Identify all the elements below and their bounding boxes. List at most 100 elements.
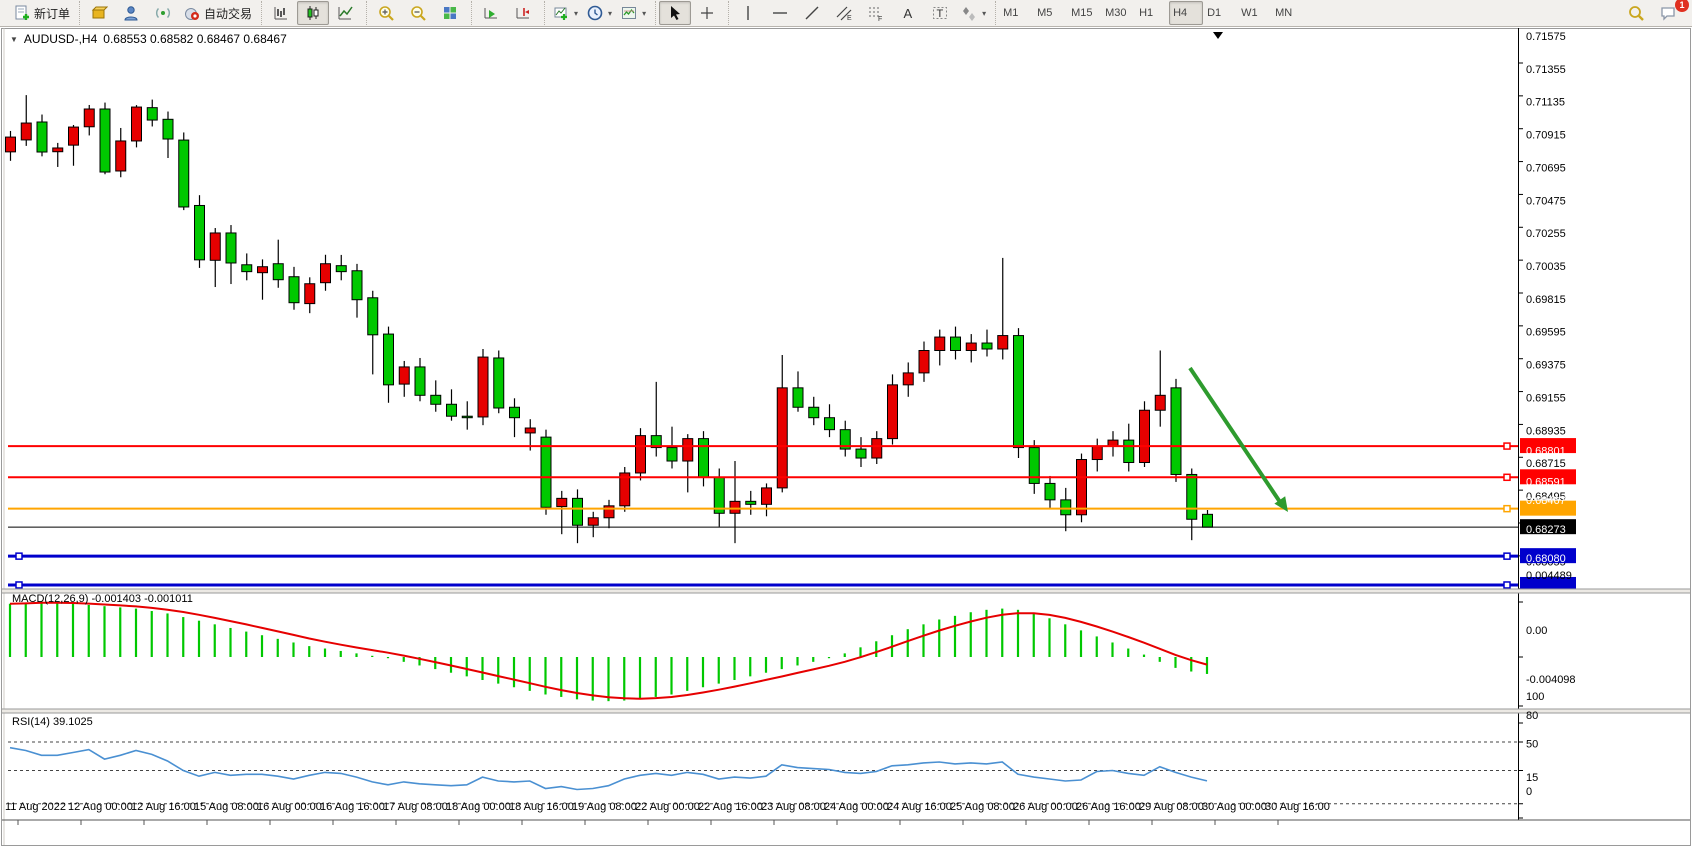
- symbol-period-label: AUDUSD-,H4: [24, 32, 97, 46]
- trendline-button[interactable]: [796, 1, 828, 25]
- collapse-triangle-icon[interactable]: ▼: [10, 35, 18, 44]
- shapes-button[interactable]: ▾: [956, 1, 990, 25]
- person-icon: [122, 4, 140, 22]
- chevron-down-icon[interactable]: ▾: [608, 9, 612, 18]
- hline-anchor[interactable]: [16, 553, 22, 559]
- candle-bearish: [1171, 388, 1181, 475]
- bar-chart-button[interactable]: [265, 1, 297, 25]
- candle-bearish: [951, 337, 961, 350]
- hline-anchor[interactable]: [16, 582, 22, 588]
- candle-chart-button[interactable]: [297, 1, 329, 25]
- candle-bearish: [195, 205, 205, 259]
- timeframe-label: W1: [1241, 7, 1267, 19]
- candle-bullish: [305, 284, 315, 304]
- bar-chart-icon: [272, 4, 290, 22]
- candle-bullish: [399, 367, 409, 384]
- crosshair-button[interactable]: [691, 1, 723, 25]
- chart-window: 0.715750.713550.711350.709150.706950.704…: [0, 27, 1692, 847]
- equidistant-channel-button[interactable]: E: [828, 1, 860, 25]
- candle-bullish: [998, 336, 1008, 349]
- toolbar-search-button[interactable]: [1620, 1, 1652, 25]
- text-label-button[interactable]: T: [924, 1, 956, 25]
- hline-price-tag-label: 0.68080: [1526, 553, 1566, 565]
- autoscroll-button[interactable]: [475, 1, 507, 25]
- indicators-button[interactable]: ▾: [548, 1, 582, 25]
- chart-title-bar: ▼ AUDUSD-,H4 0.68553 0.68582 0.68467 0.6…: [10, 32, 287, 46]
- price-tick-label: 0.68935: [1526, 425, 1566, 437]
- tf-button-MN[interactable]: MN: [1271, 1, 1305, 25]
- chevron-down-icon[interactable]: ▾: [982, 9, 986, 18]
- zoom-in-icon: [377, 4, 395, 22]
- hline-anchor[interactable]: [1504, 443, 1510, 449]
- tf-button-W1[interactable]: W1: [1237, 1, 1271, 25]
- chart-shift-button[interactable]: [507, 1, 539, 25]
- tf-button-M5[interactable]: M5: [1033, 1, 1067, 25]
- tf-button-H1[interactable]: H1: [1135, 1, 1169, 25]
- hline-anchor[interactable]: [1504, 553, 1510, 559]
- new-order-button[interactable]: 新订单: [9, 1, 74, 25]
- tf-button-D1[interactable]: D1: [1203, 1, 1237, 25]
- hline-anchor[interactable]: [1504, 582, 1510, 588]
- periods-button[interactable]: ▾: [582, 1, 616, 25]
- chevron-down-icon[interactable]: ▾: [642, 9, 646, 18]
- candle-bearish: [147, 108, 157, 120]
- candle-bearish: [273, 264, 283, 280]
- date-tick-label: 16 Aug 16:00: [320, 801, 385, 813]
- timeframe-label: D1: [1207, 7, 1233, 19]
- price-tick-label: 0.70915: [1526, 130, 1566, 142]
- date-tick-label: 29 Aug 08:00: [1139, 801, 1204, 813]
- candle-bullish: [903, 373, 913, 385]
- cursor-button[interactable]: [659, 1, 691, 25]
- hline-anchor[interactable]: [1504, 506, 1510, 512]
- chevron-down-icon[interactable]: ▾: [574, 9, 578, 18]
- rsi-indicator-label: RSI(14) 39.1025: [12, 716, 93, 728]
- toolbar-group: [366, 1, 469, 25]
- channel-icon: E: [835, 4, 853, 22]
- tf-button-M15[interactable]: M15: [1067, 1, 1101, 25]
- chat-button[interactable]: 1: [1652, 1, 1684, 25]
- candle-bearish: [415, 367, 425, 395]
- data-window-button[interactable]: [115, 1, 147, 25]
- tf-button-H4[interactable]: H4: [1169, 1, 1203, 25]
- hline-anchor[interactable]: [1504, 474, 1510, 480]
- horizontal-line-button[interactable]: [764, 1, 796, 25]
- chart-shift-icon: [514, 4, 532, 22]
- hline-price-tag-label: 0.68467: [1526, 495, 1566, 507]
- tf-button-M1[interactable]: M1: [999, 1, 1033, 25]
- rsi-tick-label: 80: [1526, 710, 1538, 722]
- date-tick-label: 12 Aug 00:00: [68, 801, 133, 813]
- zoom-in-button[interactable]: [370, 1, 402, 25]
- candle-bullish: [683, 439, 693, 461]
- tf-button-M30[interactable]: M30: [1101, 1, 1135, 25]
- main-toolbar: 新订单 自动交易 ▾ ▾ ▾ E F AT ▾ M1 M5M15M30H1H4 D1 W1 MN 1: [0, 0, 1692, 27]
- panel-splitter[interactable]: [2, 709, 1690, 713]
- panel-splitter[interactable]: [2, 589, 1690, 593]
- date-tick-label: 30 Aug 16:00: [1265, 801, 1330, 813]
- tile-windows-icon: [441, 4, 459, 22]
- line-chart-button[interactable]: [329, 1, 361, 25]
- signals-button[interactable]: [147, 1, 179, 25]
- date-tick-label: 24 Aug 00:00: [824, 801, 889, 813]
- price-tick-label: 0.70255: [1526, 228, 1566, 240]
- hline-price-tag-label: 0.68591: [1526, 477, 1566, 489]
- template-icon: [620, 4, 638, 22]
- hline-price-tag-label: 0.69010: [1526, 414, 1566, 426]
- templates-button[interactable]: ▾: [616, 1, 650, 25]
- vertical-line-button[interactable]: [732, 1, 764, 25]
- box-icon: [90, 4, 108, 22]
- zoom-out-button[interactable]: [402, 1, 434, 25]
- candle-bearish: [289, 277, 299, 303]
- price-tick-label: 0.70035: [1526, 261, 1566, 273]
- candle-bullish: [84, 109, 94, 127]
- autoscroll-icon: [482, 4, 500, 22]
- candle-bullish: [966, 343, 976, 350]
- market-watch-button[interactable]: [83, 1, 115, 25]
- price-tick-label: 0.68715: [1526, 458, 1566, 470]
- svg-text:F: F: [878, 16, 882, 22]
- tile-windows-button[interactable]: [434, 1, 466, 25]
- fibonacci-button[interactable]: F: [860, 1, 892, 25]
- text-button[interactable]: A: [892, 1, 924, 25]
- autotrade-button[interactable]: 自动交易: [179, 1, 256, 25]
- date-tick-label: 12 Aug 16:00: [131, 801, 196, 813]
- timeframe-label: M1: [1003, 7, 1029, 19]
